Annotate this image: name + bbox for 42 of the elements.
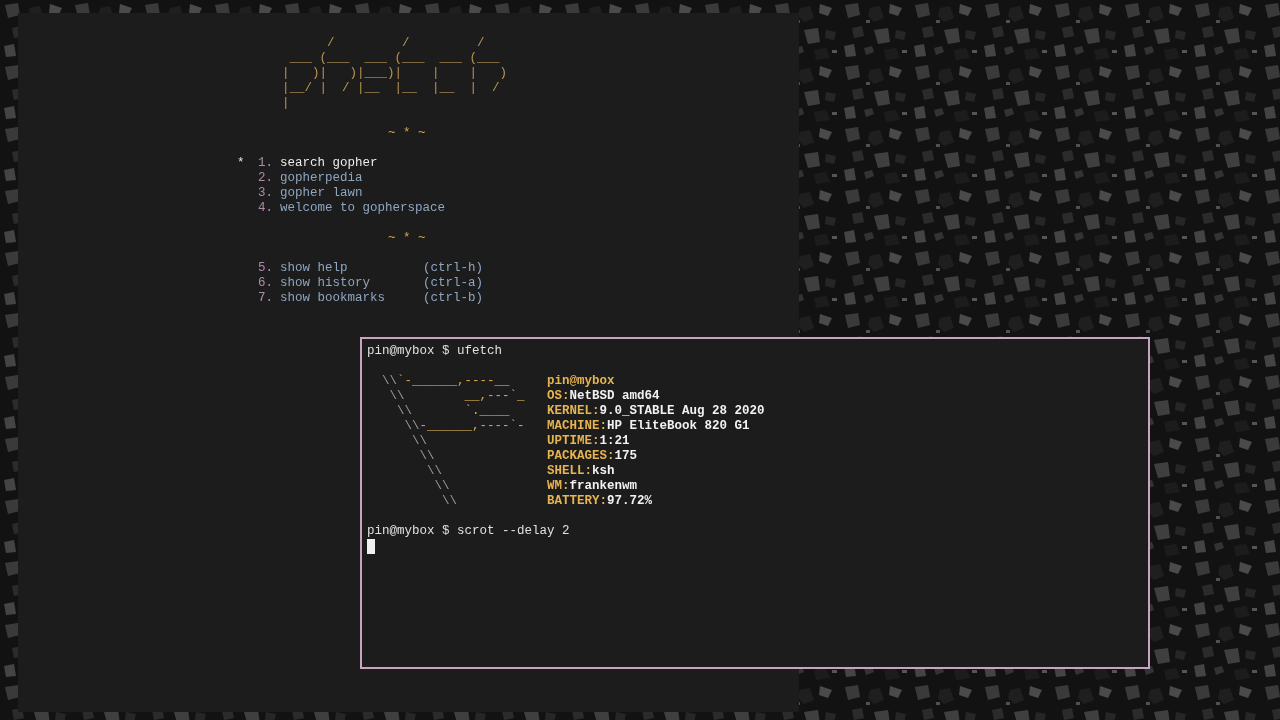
command-line: pin@mybox $ scrot --delay 2 — [367, 524, 570, 538]
ascii-art-line: \\-______,----`- — [403, 419, 525, 433]
menu-item[interactable]: show help — [280, 261, 423, 276]
info-line: PACKAGES:175 — [547, 449, 638, 463]
item-number: 6. — [258, 276, 274, 291]
info-line: pin@mybox — [547, 374, 615, 388]
command-line: pin@mybox $ ufetch — [367, 344, 503, 358]
ascii-art-line: \\`-______,----__ — [381, 374, 510, 388]
menu-item[interactable]: show history — [280, 276, 423, 291]
menu-item[interactable]: gopherpedia — [280, 171, 423, 186]
ascii-art-line: \\ — [426, 464, 442, 478]
ascii-art-line: \\ `.____ — [396, 404, 510, 418]
info-line: UPTIME:1:21 — [547, 434, 630, 448]
item-number: 1. — [258, 156, 274, 171]
info-line: BATTERY:97.72% — [547, 494, 653, 508]
info-line: MACHINE:HP EliteBook 820 G1 — [547, 419, 750, 433]
item-number: 2. — [258, 171, 274, 186]
ascii-art-line: \\ __,---`_ — [388, 389, 525, 403]
item-number: 5. — [258, 261, 274, 276]
ascii-art-line: \\ — [418, 449, 435, 463]
text-cursor — [367, 539, 375, 554]
menu-item[interactable]: search gopher — [280, 156, 423, 171]
menu-item[interactable]: show bookmarks — [280, 291, 423, 306]
divider-text: ~ * ~ — [388, 126, 427, 141]
menu-item[interactable]: welcome to gopherspace — [280, 201, 446, 216]
ascii-art-line: \\ — [441, 494, 457, 508]
menu-item[interactable]: gopher lawn — [280, 186, 423, 201]
info-line: SHELL:ksh — [547, 464, 615, 478]
shortcut-text: (ctrl-h) — [423, 261, 484, 276]
ascii-art-line: \\ — [411, 434, 427, 448]
shortcut-text: (ctrl-b) — [423, 291, 484, 306]
info-line: WM:frankenwm — [547, 479, 638, 493]
item-number: 3. — [258, 186, 274, 201]
info-line: KERNEL:9.0_STABLE Aug 28 2020 — [547, 404, 765, 418]
info-line: OS:NetBSD amd64 — [547, 389, 660, 403]
selection-marker: * — [237, 156, 246, 171]
item-number: 7. — [258, 291, 274, 306]
ascii-art-line: \\ — [433, 479, 450, 493]
item-number: 4. — [258, 201, 274, 216]
shortcut-text: (ctrl-a) — [423, 276, 484, 291]
ascii-logo: / / / ___ (___ ___ (___ ___ (___ | )| )|___)| | | ) |__/ | / |__ |__ |__ | / | — [282, 36, 509, 111]
divider-text: ~ * ~ — [388, 231, 427, 246]
